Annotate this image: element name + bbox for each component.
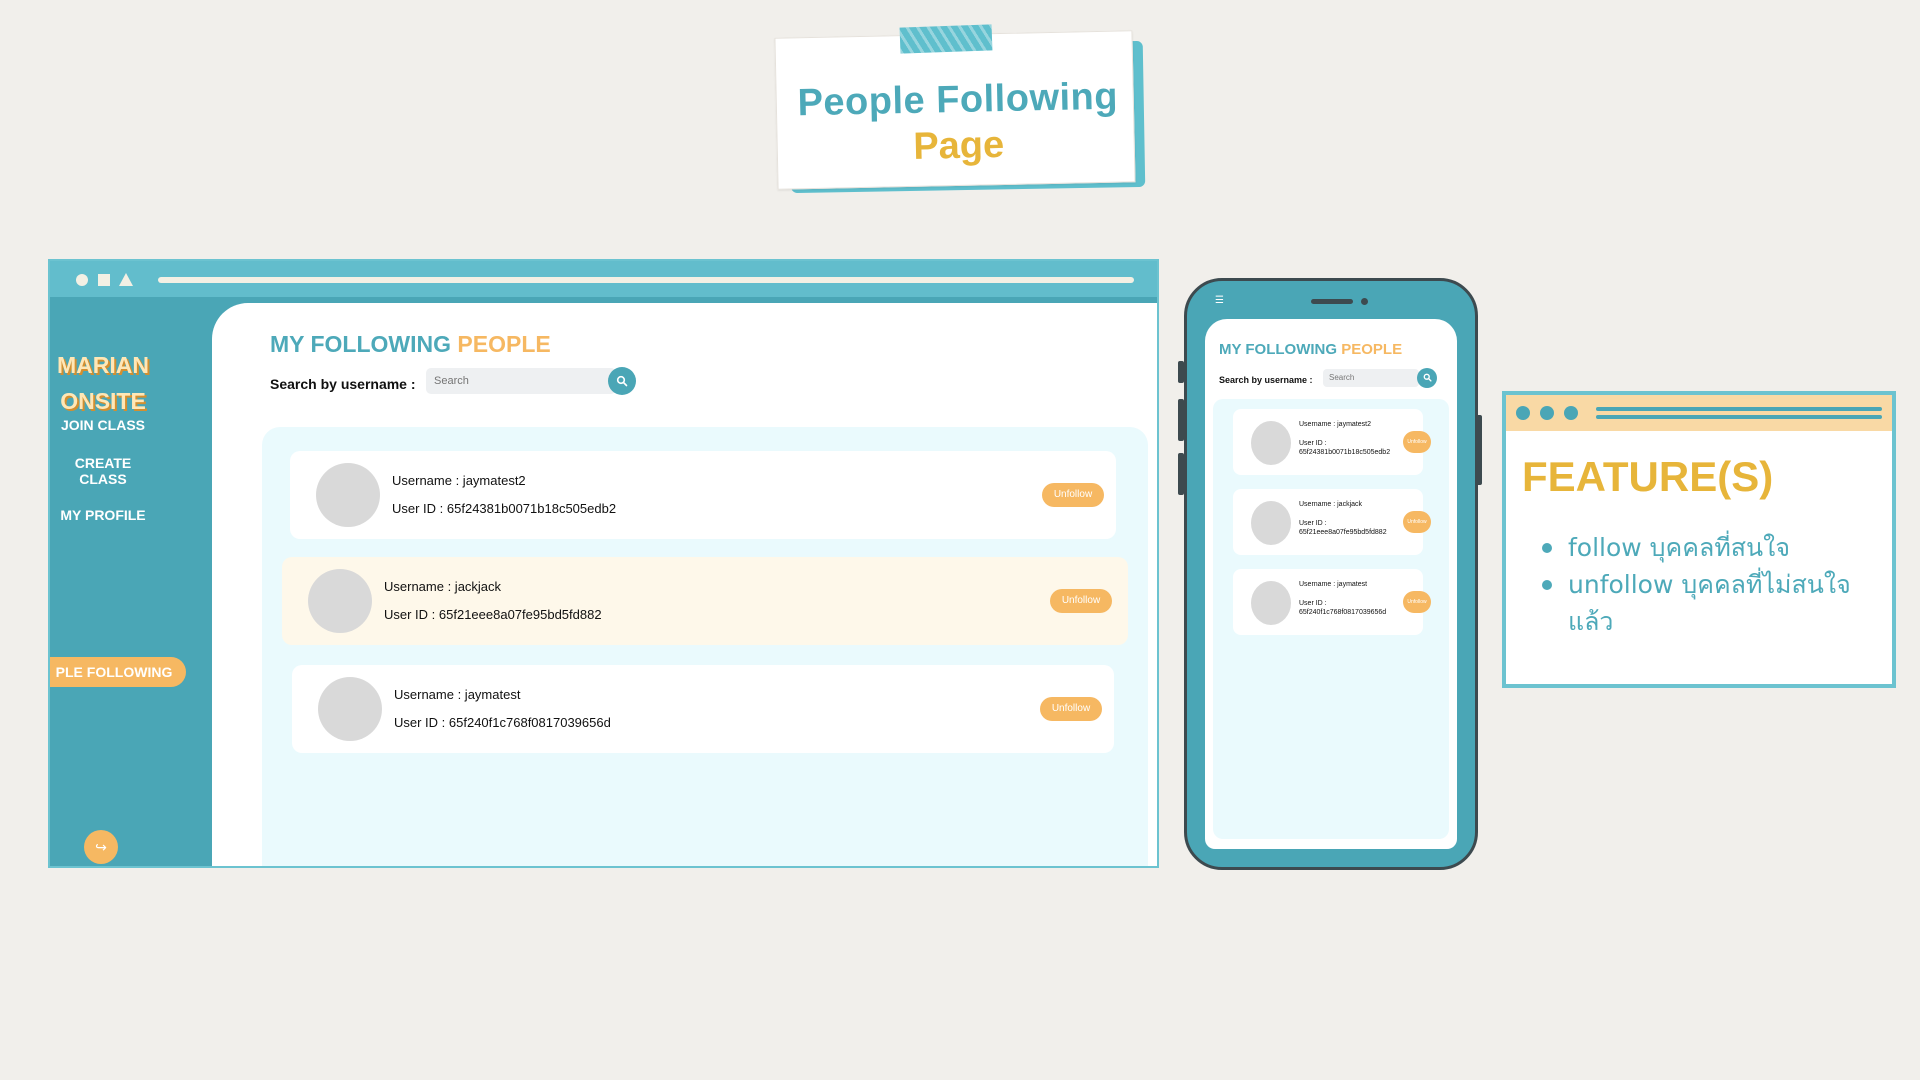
username-text: Username : jaymatest2 bbox=[1299, 421, 1371, 428]
address-bar[interactable] bbox=[158, 277, 1134, 283]
list-item: Username : jackjack User ID : 65f21eee8a… bbox=[282, 557, 1128, 645]
list-item: Username : jaymatest User ID : 65f240f1c… bbox=[1233, 569, 1431, 635]
user-id-label: User ID : bbox=[1299, 520, 1327, 527]
mobile-page-title-part1: MY FOLLOWING bbox=[1219, 341, 1342, 358]
avatar bbox=[1251, 501, 1291, 545]
phone-side-button bbox=[1178, 361, 1184, 383]
feature-card-title-bar bbox=[1506, 395, 1892, 431]
slide-title-line2: Page bbox=[912, 123, 1005, 168]
title-bar-line bbox=[1596, 415, 1882, 419]
page-title-part1: MY FOLLOWING bbox=[270, 331, 458, 357]
sidebar-item-my-profile[interactable]: MY PROFILE bbox=[50, 507, 156, 523]
following-list: Username : jaymatest2 User ID : 65f24381… bbox=[262, 427, 1148, 866]
mobile-page-title-part2: PEOPLE bbox=[1341, 341, 1403, 358]
sidebar-item-people-following[interactable]: PLE FOLLOWING bbox=[50, 657, 186, 687]
sidebar-item-create-class[interactable]: CREATE CLASS bbox=[50, 455, 156, 487]
triangle-icon bbox=[119, 273, 133, 286]
tape-decoration bbox=[899, 24, 993, 54]
search-icon bbox=[1423, 373, 1432, 382]
username-text: Username : jaymatest2 bbox=[392, 473, 526, 488]
user-id-label: User ID : bbox=[1299, 440, 1327, 447]
slide-title-line1: People Following bbox=[797, 75, 1119, 125]
phone-side-button bbox=[1178, 399, 1184, 441]
user-id-label: User ID : bbox=[1299, 600, 1327, 607]
feature-item: unfollow บุคคลที่ไม่สนใจแล้ว bbox=[1538, 566, 1878, 640]
logout-button[interactable]: ↪ bbox=[84, 830, 118, 864]
list-item: Username : jaymatest User ID : 65f240f1c… bbox=[292, 665, 1114, 753]
avatar bbox=[1251, 421, 1291, 465]
username-text: Username : jaymatest bbox=[1299, 581, 1368, 588]
list-item: Username : jackjack User ID : 65f21eee8a… bbox=[1233, 489, 1431, 555]
user-id-text: 65f24381b0071b18c505edb2 bbox=[1299, 449, 1391, 456]
window-dot-icon bbox=[1540, 406, 1554, 420]
feature-list: follow บุคคลที่สนใจ unfollow บุคคลที่ไม่… bbox=[1538, 529, 1878, 640]
brand-line2: ONSITE bbox=[60, 388, 146, 414]
circle-icon bbox=[76, 274, 88, 286]
mobile-search-label: Search by username : bbox=[1219, 375, 1313, 385]
list-item: Username : jaymatest2 User ID : 65f24381… bbox=[290, 451, 1116, 539]
user-id-text: User ID : 65f24381b0071b18c505edb2 bbox=[392, 501, 617, 516]
sidebar: MARIAN ONSITE JOIN CLASS CREATE CLASS MY… bbox=[50, 303, 212, 866]
avatar bbox=[1251, 581, 1291, 625]
logout-icon: ↪ bbox=[95, 839, 107, 855]
mobile-phone-mockup: ☰ MY FOLLOWING PEOPLE Search by username… bbox=[1178, 278, 1482, 870]
search-button[interactable] bbox=[608, 367, 636, 395]
search-label: Search by username : bbox=[270, 376, 416, 392]
avatar bbox=[318, 677, 382, 741]
username-text: Username : jaymatest bbox=[394, 687, 521, 702]
desktop-browser-window: MARIAN ONSITE JOIN CLASS CREATE CLASS MY… bbox=[48, 259, 1159, 868]
phone-power-button bbox=[1476, 415, 1482, 485]
slide-title-card: People Following Page bbox=[774, 24, 1148, 194]
sidebar-item-join-class[interactable]: JOIN CLASS bbox=[50, 417, 156, 433]
user-id-text: User ID : 65f21eee8a07fe95bd5fd882 bbox=[384, 607, 602, 622]
search-icon bbox=[616, 375, 628, 387]
phone-speaker bbox=[1311, 299, 1353, 304]
feature-text: follow บุคคลที่สนใจ bbox=[1568, 533, 1790, 562]
feature-title: FEATURE(S) bbox=[1522, 453, 1774, 500]
user-id-text: User ID : 65f240f1c768f0817039656d bbox=[394, 715, 611, 730]
username-text: Username : jackjack bbox=[1299, 501, 1363, 508]
mobile-page-title: MY FOLLOWING PEOPLE bbox=[1219, 341, 1402, 358]
mobile-search-button[interactable] bbox=[1417, 368, 1437, 388]
avatar bbox=[316, 463, 380, 527]
square-icon bbox=[98, 274, 110, 286]
unfollow-button[interactable]: Unfollow bbox=[1050, 589, 1112, 613]
user-id-text: 65f240f1c768f0817039656d bbox=[1299, 609, 1387, 616]
bullet-icon bbox=[1542, 580, 1552, 590]
page-title-part2: PEOPLE bbox=[457, 331, 551, 357]
user-id-text: 65f21eee8a07fe95bd5fd882 bbox=[1299, 529, 1387, 536]
sidebar-item-label: PLE FOLLOWING bbox=[55, 664, 173, 680]
window-dot-icon bbox=[1516, 406, 1530, 420]
window-dot-icon bbox=[1564, 406, 1578, 420]
unfollow-button[interactable]: Unfollow bbox=[1040, 697, 1102, 721]
feature-text: unfollow บุคคลที่ไม่สนใจแล้ว bbox=[1568, 570, 1851, 636]
list-item: Username : jaymatest2 User ID : 65f24381… bbox=[1233, 409, 1431, 475]
unfollow-button[interactable]: Unfollow bbox=[1403, 511, 1431, 533]
bullet-icon bbox=[1542, 543, 1552, 553]
username-text: Username : jackjack bbox=[384, 579, 502, 594]
phone-side-button bbox=[1178, 453, 1184, 495]
search-input[interactable] bbox=[426, 368, 616, 394]
phone-screen: MY FOLLOWING PEOPLE Search by username :… bbox=[1205, 319, 1457, 849]
page-title: MY FOLLOWING PEOPLE bbox=[270, 331, 551, 358]
title-card: People Following Page bbox=[774, 30, 1136, 190]
mobile-search-input[interactable]: Search bbox=[1323, 369, 1419, 387]
brand-logo[interactable]: MARIAN ONSITE bbox=[50, 347, 156, 419]
main-content: MY FOLLOWING PEOPLE Search by username :… bbox=[212, 303, 1157, 866]
hamburger-icon[interactable]: ☰ bbox=[1215, 295, 1224, 306]
feature-card: FEATURE(S) follow บุคคลที่สนใจ unfollow … bbox=[1502, 391, 1896, 688]
avatar bbox=[308, 569, 372, 633]
mobile-following-list: Username : jaymatest2 User ID : 65f24381… bbox=[1213, 399, 1449, 839]
feature-item: follow บุคคลที่สนใจ bbox=[1538, 529, 1878, 566]
browser-title-bar bbox=[50, 261, 1157, 303]
phone-camera bbox=[1361, 298, 1368, 305]
unfollow-button[interactable]: Unfollow bbox=[1042, 483, 1104, 507]
unfollow-button[interactable]: Unfollow bbox=[1403, 591, 1431, 613]
brand-line1: MARIAN bbox=[57, 352, 149, 378]
title-bar-line bbox=[1596, 407, 1882, 411]
unfollow-button[interactable]: Unfollow bbox=[1403, 431, 1431, 453]
